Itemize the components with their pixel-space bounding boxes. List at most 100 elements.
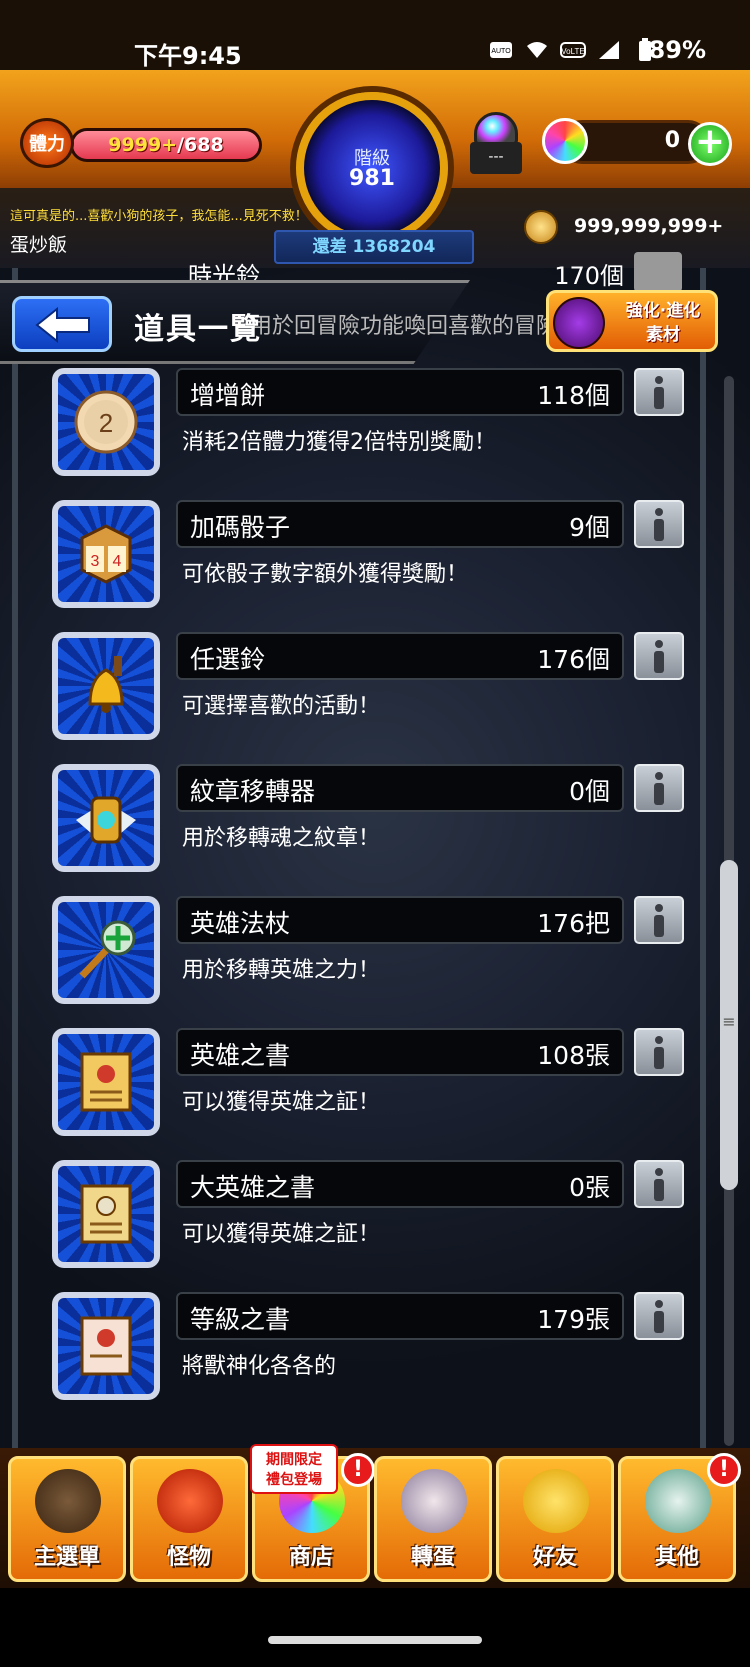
svg-text:4: 4	[113, 553, 122, 570]
item-icon-bg	[58, 902, 154, 998]
item-name-bar: 紋章移轉器 0個	[176, 764, 624, 812]
item-row[interactable]: 2 增增餅 118個 消耗2倍體力獲得2倍特別獎勵！	[48, 368, 688, 500]
item-icon-bg: 34	[58, 506, 154, 602]
item-description: 可以獲得英雄之証！	[182, 1222, 381, 1247]
nav-label: 轉蛋	[410, 1545, 455, 1570]
hero-scroll-icon[interactable]	[52, 1028, 160, 1136]
back-button[interactable]	[12, 296, 112, 352]
hero-staff-icon[interactable]	[52, 896, 160, 1004]
nav-label: 其他	[654, 1545, 699, 1570]
signal-icon	[596, 38, 622, 62]
item-info-button[interactable]	[634, 1292, 684, 1340]
nav-button[interactable]: 好友	[496, 1456, 614, 1582]
item-info-button[interactable]	[634, 1160, 684, 1208]
nav-label: 怪物	[166, 1545, 211, 1570]
bell-icon[interactable]	[52, 632, 160, 740]
ghost-item-count: 170個	[554, 262, 624, 290]
item-icon-bg	[58, 1034, 154, 1130]
stamina-bar[interactable]: 9999+/688	[70, 128, 262, 162]
item-name: 紋章移轉器	[190, 777, 316, 806]
status-time: 下午9:45	[134, 42, 242, 70]
info-icon	[652, 1036, 666, 1069]
stamina-text: 9999+/688	[73, 134, 259, 156]
evolve-materials-label: 強化·進化 素材	[625, 301, 701, 345]
emblem-transfer-icon[interactable]	[52, 764, 160, 872]
item-icon-bg	[58, 1166, 154, 1262]
item-name: 英雄法杖	[190, 909, 291, 938]
cookie-icon[interactable]: 2	[52, 368, 160, 476]
promo-line2: 禮包登場	[266, 1472, 322, 1488]
limited-promo-tag[interactable]: 期間限定 禮包登場	[250, 1444, 338, 1494]
item-name-bar: 增增餅 118個	[176, 368, 624, 416]
item-row[interactable]: 英雄之書 108張 可以獲得英雄之証！	[48, 1028, 688, 1160]
info-icon	[652, 508, 666, 541]
promo-line1: 期間限定	[266, 1452, 322, 1468]
item-row[interactable]: 3 4 加碼骰子 9個 可依骰子數字額外獲得獎勵！	[48, 500, 688, 632]
gold-count: 999,999,999+	[574, 215, 724, 237]
item-count: 176個	[537, 645, 610, 674]
great-hero-scroll-icon[interactable]	[52, 1160, 160, 1268]
item-row[interactable]: 等級之書 179張將獸神化各各的	[48, 1292, 688, 1424]
item-name-bar: 英雄法杖 176把	[176, 896, 624, 944]
nav-button[interactable]: 主選單	[8, 1456, 126, 1582]
svg-text:2: 2	[99, 408, 113, 438]
gesture-bar[interactable]	[268, 1636, 482, 1644]
player-name: 蛋炒飯	[10, 234, 68, 256]
gacha-machine-icon[interactable]: ---	[470, 112, 522, 176]
item-info-button[interactable]	[634, 764, 684, 812]
item-name: 加碼骰子	[190, 513, 291, 542]
evolve-label-line2: 進化	[666, 301, 701, 321]
level-scroll-icon[interactable]	[52, 1292, 160, 1400]
nav-button[interactable]: 怪物	[130, 1456, 248, 1582]
page-title: 道具一覽	[134, 312, 262, 347]
rank-badge[interactable]: 階級 981	[296, 92, 448, 244]
item-icon-bg	[58, 1298, 154, 1394]
item-info-button[interactable]	[634, 500, 684, 548]
svg-text:3: 3	[91, 553, 100, 570]
evolve-materials-icon	[553, 297, 605, 349]
gacha-dome	[474, 112, 518, 146]
item-name-bar: 英雄之書 108張	[176, 1028, 624, 1076]
nav-label: 好友	[532, 1545, 577, 1570]
item-icon-bg: 2	[58, 374, 154, 470]
volte-icon: VoLTE	[560, 38, 586, 62]
item-count: 179張	[537, 1305, 610, 1334]
nav-button[interactable]: 轉蛋	[374, 1456, 492, 1582]
item-name-bar: 任選鈴 176個	[176, 632, 624, 680]
item-row[interactable]: 英雄法杖 176把 用於移轉英雄之力！	[48, 896, 688, 1028]
stamina-label: 體力	[29, 134, 65, 155]
dice-icon[interactable]: 34	[52, 500, 160, 608]
ghost-item-desc: 用於回冒險功能喚回喜歡的冒險	[250, 314, 559, 339]
item-info-button[interactable]	[634, 368, 684, 416]
info-icon	[652, 640, 666, 673]
alert-badge-icon: !	[707, 1453, 741, 1487]
item-row[interactable]: 任選鈴 176個 可選擇喜歡的活動！	[48, 632, 688, 764]
stamina-current: 9999+	[108, 134, 178, 156]
add-orb-button[interactable]: +	[688, 122, 732, 166]
item-count: 9個	[569, 513, 610, 542]
scrollbar-grip-icon: ≡	[722, 1012, 736, 1031]
item-icon-bg	[58, 770, 154, 866]
item-info-button[interactable]	[634, 1028, 684, 1076]
evolve-label-line3: 素材	[646, 325, 680, 345]
friends-icon	[523, 1469, 589, 1533]
item-description: 將獸神化各各的	[182, 1354, 337, 1379]
evolve-materials-button[interactable]: 強化·進化 素材	[546, 290, 718, 352]
item-row[interactable]: 紋章移轉器 0個用於移轉魂之紋章！	[48, 764, 688, 896]
item-name: 增增餅	[190, 381, 266, 410]
gold-coin-icon	[524, 210, 558, 244]
stamina-icon: 體力	[20, 118, 74, 168]
nav-label: 商店	[288, 1545, 333, 1570]
status-icons: AUTO VoLTE	[488, 38, 658, 62]
nav-button[interactable]: 其他!	[618, 1453, 741, 1582]
monster-icon	[157, 1469, 223, 1533]
auto-hz-icon: AUTO	[488, 38, 514, 62]
frame-left	[12, 268, 18, 1448]
item-name: 任選鈴	[190, 645, 266, 674]
item-description: 用於移轉魂之紋章！	[182, 826, 381, 851]
item-info-button[interactable]	[634, 632, 684, 680]
item-name-bar: 等級之書 179張	[176, 1292, 624, 1340]
item-info-button[interactable]	[634, 896, 684, 944]
item-row[interactable]: 大英雄之書 0張 可以獲得英雄之証！	[48, 1160, 688, 1292]
orb-count: 0	[664, 128, 680, 153]
